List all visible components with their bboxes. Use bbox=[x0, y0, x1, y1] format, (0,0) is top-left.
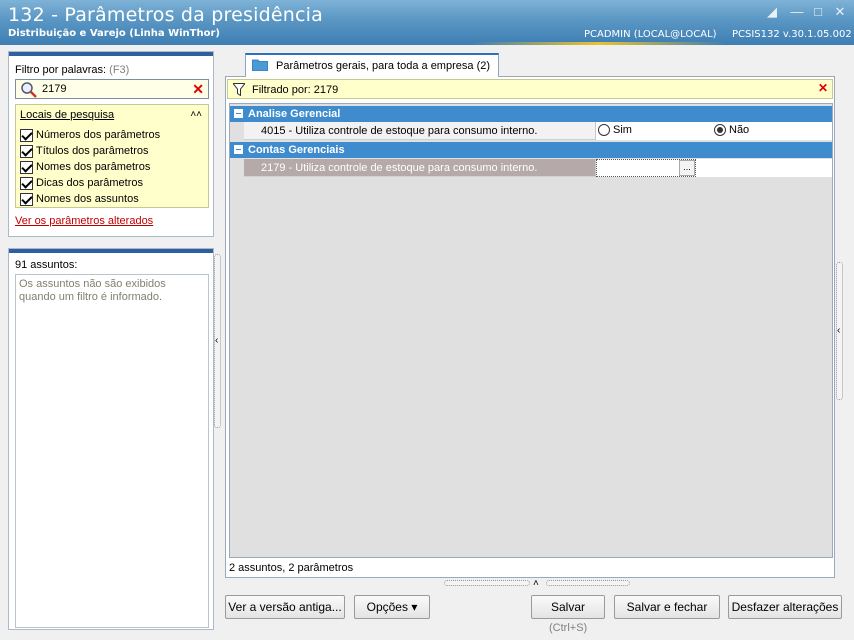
bottom-splitter-left[interactable] bbox=[444, 580, 530, 586]
option-parameter-names[interactable]: Nomes dos parâmetros bbox=[20, 159, 150, 175]
filter-label: Filtro por palavras: (F3) bbox=[15, 64, 129, 76]
search-icon bbox=[21, 82, 37, 98]
tab-label-text: Parâmetros gerais, para toda a empresa bbox=[276, 60, 474, 72]
tab-label: Parâmetros gerais, para toda a empresa (… bbox=[276, 60, 490, 72]
radio-sim[interactable]: Sim bbox=[598, 124, 632, 136]
radio-label: Não bbox=[729, 124, 750, 136]
restore-icon[interactable]: ◢ bbox=[764, 5, 780, 19]
close-icon[interactable]: ✕ bbox=[832, 5, 848, 19]
filter-label-text: Filtro por palavras: bbox=[15, 64, 107, 76]
changed-parameters-link[interactable]: Ver os parâmetros alterados bbox=[15, 215, 153, 227]
panel-top-bar bbox=[9, 52, 213, 56]
collapse-left-icon[interactable]: ‹ bbox=[215, 335, 218, 346]
checkbox[interactable] bbox=[20, 192, 33, 206]
radio-label: Sim bbox=[613, 124, 632, 136]
group-title: Analise Gerencial bbox=[248, 108, 341, 120]
collapse-group-icon[interactable] bbox=[234, 109, 243, 118]
group-header-analise-gerencial[interactable]: Analise Gerencial bbox=[230, 106, 832, 122]
parameter-label: 2179 - Utiliza controle de estoque para … bbox=[261, 162, 538, 174]
filter-hotkey: (F3) bbox=[109, 64, 130, 76]
filter-status-text: Filtrado por: 2179 bbox=[252, 84, 339, 96]
folder-icon bbox=[252, 59, 268, 71]
parameters-grid: Analise Gerencial 4015 - Utiliza control… bbox=[229, 103, 833, 558]
window-subtitle: Distribuição e Varejo (Linha WinThor) bbox=[8, 28, 220, 39]
parameter-row-4015[interactable]: 4015 - Utiliza controle de estoque para … bbox=[244, 122, 832, 140]
search-locations-box: Locais de pesquisa ˄˄ Números dos parâme… bbox=[15, 104, 209, 208]
filter-status-bar: Filtrado por: 2179 ✕ bbox=[227, 79, 833, 99]
collapse-up-icon[interactable]: ˄˄ bbox=[190, 109, 202, 120]
parameter-label: 4015 - Utiliza controle de estoque para … bbox=[261, 125, 538, 137]
save-button[interactable]: Salvar bbox=[531, 595, 605, 619]
parameter-value: Sim Não bbox=[595, 122, 832, 140]
old-version-button[interactable]: Ver a versão antiga... bbox=[225, 595, 345, 619]
parameter-edit-field[interactable]: ... bbox=[596, 159, 696, 177]
clear-search-icon[interactable]: ✕ bbox=[192, 81, 204, 97]
tab-count: (2) bbox=[476, 60, 491, 72]
search-locations-title: Locais de pesquisa bbox=[20, 109, 115, 121]
expand-up-icon[interactable]: ˄ bbox=[533, 578, 539, 589]
clear-filter-icon[interactable]: ✕ bbox=[818, 81, 828, 95]
options-button-label: Opções bbox=[366, 600, 408, 614]
option-label: Nomes dos assuntos bbox=[36, 193, 139, 205]
group-title: Contas Gerenciais bbox=[248, 144, 345, 156]
title-bar: 132 - Parâmetros da presidência Distribu… bbox=[0, 0, 854, 44]
checkbox[interactable] bbox=[20, 144, 33, 158]
option-subject-names[interactable]: Nomes dos assuntos bbox=[20, 191, 139, 207]
radio-button[interactable] bbox=[714, 124, 726, 136]
collapse-right-icon[interactable]: ‹ bbox=[837, 325, 840, 336]
checkbox[interactable] bbox=[20, 176, 33, 190]
dropdown-arrow-icon: ▾ bbox=[411, 600, 418, 614]
subjects-count: 91 assuntos: bbox=[15, 259, 78, 271]
maximize-icon[interactable]: □ bbox=[810, 5, 826, 19]
minimize-icon[interactable]: — bbox=[789, 5, 805, 19]
status-summary: 2 assuntos, 2 parâmetros bbox=[229, 562, 354, 574]
save-shortcut: (Ctrl+S) bbox=[549, 622, 588, 634]
option-parameter-titles[interactable]: Títulos dos parâmetros bbox=[20, 143, 149, 159]
tab-general-parameters[interactable]: Parâmetros gerais, para toda a empresa (… bbox=[245, 53, 499, 77]
save-close-button[interactable]: Salvar e fechar bbox=[614, 595, 720, 619]
search-box: ✕ bbox=[15, 79, 209, 99]
radio-nao[interactable]: Não bbox=[714, 124, 749, 136]
filter-panel: Filtro por palavras: (F3) ✕ Locais de pe… bbox=[8, 51, 214, 237]
checkbox[interactable] bbox=[20, 160, 33, 174]
radio-button[interactable] bbox=[598, 124, 610, 136]
option-label: Dicas dos parâmetros bbox=[36, 177, 143, 189]
subjects-panel: 91 assuntos: Os assuntos não são exibido… bbox=[8, 248, 214, 630]
option-label: Títulos dos parâmetros bbox=[36, 145, 149, 157]
option-label: Números dos parâmetros bbox=[36, 129, 161, 141]
option-parameter-tips[interactable]: Dicas dos parâmetros bbox=[20, 175, 143, 191]
option-label: Nomes dos parâmetros bbox=[36, 161, 151, 173]
panel-top-bar bbox=[9, 249, 213, 253]
options-button[interactable]: Opções ▾ bbox=[354, 595, 430, 619]
option-parameter-numbers[interactable]: Números dos parâmetros bbox=[20, 127, 160, 143]
title-accent-line bbox=[0, 42, 854, 45]
user-info: PCADMIN (LOCAL@LOCAL) bbox=[584, 29, 717, 40]
ellipsis-button[interactable]: ... bbox=[679, 160, 695, 176]
window-title: 132 - Parâmetros da presidência bbox=[8, 4, 323, 26]
version-info: PCSIS132 v.30.1.05.002 bbox=[732, 29, 852, 40]
subjects-list[interactable]: Os assuntos não são exibidos quando um f… bbox=[15, 274, 209, 628]
parameter-row-2179[interactable]: 2179 - Utiliza controle de estoque para … bbox=[244, 159, 832, 177]
checkbox[interactable] bbox=[20, 128, 33, 142]
search-input[interactable] bbox=[42, 82, 182, 96]
parameter-value: ... bbox=[595, 159, 832, 177]
collapse-group-icon[interactable] bbox=[234, 145, 243, 154]
group-header-contas-gerenciais[interactable]: Contas Gerenciais bbox=[230, 142, 832, 158]
subjects-message: Os assuntos não são exibidos quando um f… bbox=[19, 278, 166, 303]
funnel-icon bbox=[233, 83, 245, 96]
undo-changes-button[interactable]: Desfazer alterações bbox=[728, 595, 842, 619]
bottom-splitter-right[interactable] bbox=[546, 580, 630, 586]
